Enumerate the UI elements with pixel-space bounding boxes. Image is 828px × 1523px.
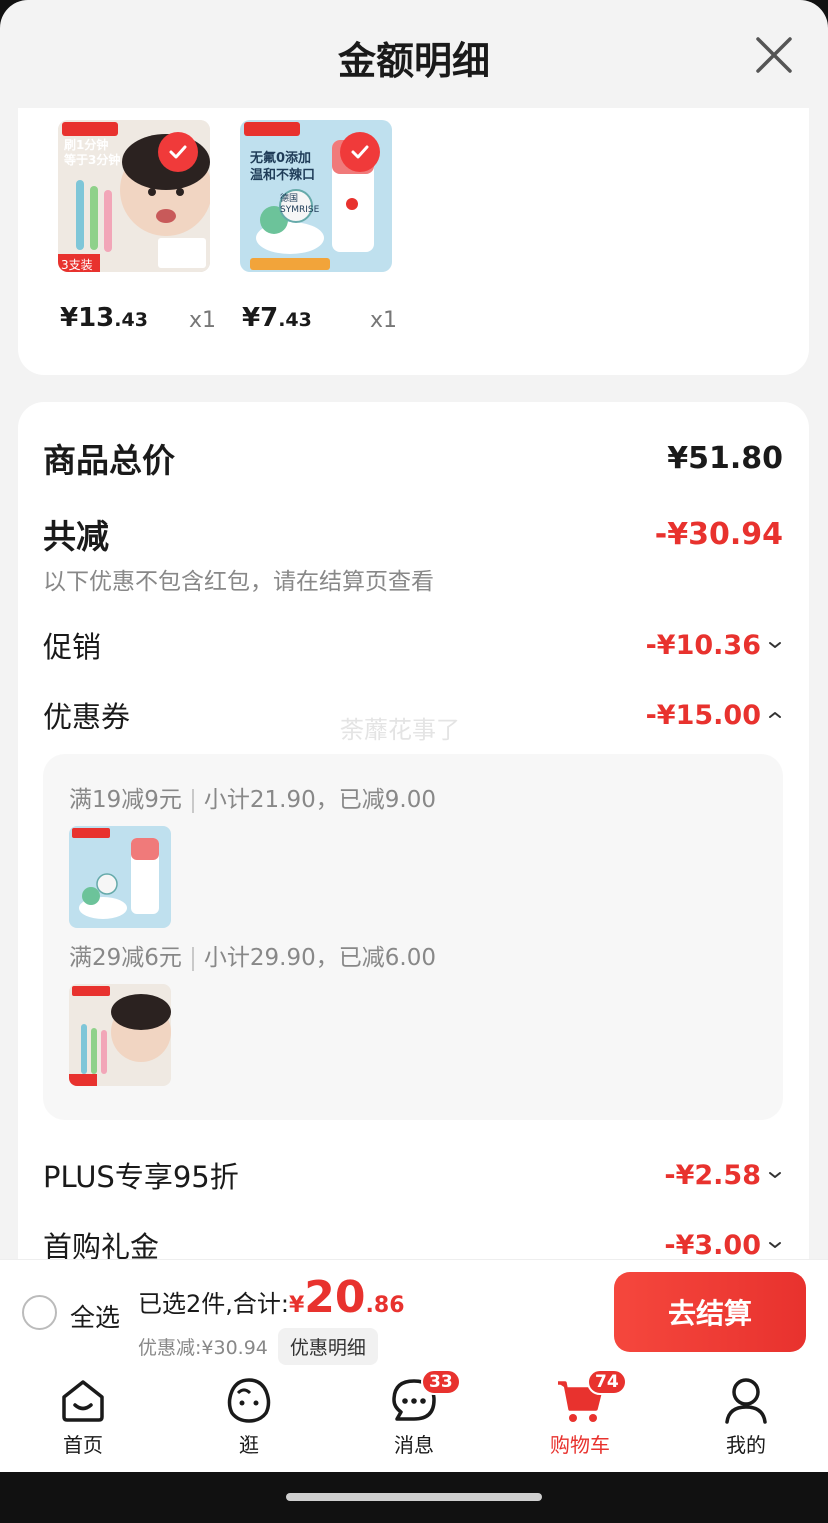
discount-text: 优惠减:¥30.94 (138, 1337, 268, 1359)
chevron-down-icon[interactable] (767, 1167, 783, 1183)
profile-icon (725, 1378, 767, 1424)
tab-message[interactable]: 33 消息 (364, 1369, 464, 1458)
checkout-button[interactable]: 去结算 (614, 1272, 806, 1352)
first-purchase-value: -¥3.00 (664, 1229, 761, 1261)
plus-discount-amount: -¥2.58 (664, 1160, 783, 1191)
goods-price-2-dec: .43 (278, 309, 312, 331)
total-price-label: 商品总价 (43, 441, 175, 480)
total-amount-int: 20 (304, 1272, 366, 1323)
checkout-bar: 全选 已选2件,合计: ¥ 20 .86 优惠减:¥30.94 优惠明细 去结算 (0, 1259, 828, 1365)
cart-badge: 74 (587, 1369, 627, 1395)
checked-icon[interactable] (158, 132, 198, 172)
chevron-down-icon[interactable] (767, 637, 783, 653)
goods-price-2-int: ¥7 (242, 303, 279, 333)
discount-detail-button[interactable]: 优惠明细 (277, 1328, 378, 1365)
browse-icon (227, 1378, 271, 1423)
amount-detail-sheet: 金额明细 刷1分钟 等于3分钟 3支装 ¥13.43 x1 无氟0添加 温和不辣… (0, 0, 828, 1472)
tab-browse[interactable]: 逛 (199, 1375, 299, 1458)
goods-image-2[interactable]: 无氟0添加 温和不辣口 德国 SYMRISE (240, 120, 392, 272)
goods-image-1-line-2: 等于3分钟 (64, 153, 121, 167)
selected-count-text: 已选2件,合计: (138, 1290, 289, 1318)
chevron-down-icon[interactable] (767, 1237, 783, 1253)
toothbrush-thumb-image (69, 984, 171, 1086)
select-all-radio[interactable] (22, 1295, 57, 1330)
sheet-header: 金额明细 (0, 0, 828, 105)
toothpaste-thumb-image (69, 826, 171, 928)
coupon-line-2: 满29减6元 小计29.90，已减6.00 (69, 938, 436, 972)
goods-price-2: ¥7.43 (242, 303, 312, 333)
total-reduce-value: -¥30.94 (654, 516, 783, 552)
coupon-line-1: 满19减9元 小计21.90，已减9.00 (69, 780, 436, 814)
goods-qty-1: x1 (189, 308, 217, 333)
bottom-tab-bar: 首页 逛 33 消息 74 购物车 我的 (0, 1365, 828, 1472)
total-price-value: ¥51.80 (667, 440, 783, 476)
home-indicator[interactable] (286, 1493, 542, 1501)
coupon-detail-box: 满19减9元 小计21.90，已减9.00 满29减6元 小计29.90，已减6.0… (43, 754, 783, 1120)
coupon-amount: -¥15.00 (646, 700, 783, 731)
total-amount-dec: .86 (365, 1293, 405, 1318)
tab-cart-label: 购物车 (550, 1433, 610, 1457)
coupon-label: 优惠券 (43, 700, 131, 734)
close-icon[interactable] (752, 33, 796, 77)
goods-image-2-tag: 德国 SYMRISE (280, 194, 320, 215)
total-reduce-label: 共减 (43, 517, 109, 556)
total-price-row: 商品总价 ¥51.80 (43, 434, 783, 482)
goods-price-1-int: ¥13 (60, 303, 115, 333)
goods-image-1-text: 刷1分钟 等于3分钟 (64, 138, 120, 168)
tab-home-label: 首页 (63, 1433, 103, 1457)
promo-amount: -¥10.36 (646, 630, 783, 661)
tab-cart[interactable]: 74 购物车 (530, 1369, 630, 1458)
goods-image-1-tag: 3支装 (61, 258, 93, 272)
goods-image-2-line-1: 无氟0添加 (250, 151, 312, 166)
coupon-2-product-image[interactable] (69, 984, 171, 1086)
plus-discount-value: -¥2.58 (664, 1159, 761, 1191)
first-purchase-amount: -¥3.00 (664, 1230, 783, 1261)
total-reduce-row: 共减 -¥30.94 (43, 510, 783, 558)
goods-image-1-line-1: 刷1分钟 (64, 138, 109, 152)
promo-row[interactable]: 促销 -¥10.36 (43, 624, 783, 666)
selected-goods-card: 刷1分钟 等于3分钟 3支装 ¥13.43 x1 无氟0添加 温和不辣口 德国 … (18, 108, 809, 375)
goods-image-2-line-2: 温和不辣口 (250, 168, 316, 183)
tab-browse-label: 逛 (239, 1433, 259, 1457)
coupon-1-product-image[interactable] (69, 826, 171, 928)
select-all-label[interactable]: 全选 (70, 1298, 120, 1334)
tab-home[interactable]: 首页 (33, 1375, 133, 1458)
tab-profile-label: 我的 (726, 1433, 766, 1457)
home-icon (62, 1380, 104, 1422)
coupon-2-rule: 满29减6元 (69, 945, 182, 971)
coupon-2-info: 小计29.90，已减6.00 (203, 945, 436, 971)
tab-message-label: 消息 (394, 1433, 434, 1457)
selected-summary: 已选2件,合计: ¥ 20 .86 (138, 1272, 405, 1323)
checked-icon[interactable] (340, 132, 380, 172)
reduce-note: 以下优惠不包含红包，请在结算页查看 (43, 569, 434, 595)
coupon-value: -¥15.00 (645, 699, 761, 731)
coupon-1-info: 小计21.90，已减9.00 (203, 787, 436, 813)
goods-price-1-dec: .43 (114, 309, 148, 331)
tab-profile[interactable]: 我的 (696, 1375, 796, 1458)
watermark: 荼蘼花事了 (340, 716, 460, 744)
promo-value: -¥10.36 (645, 629, 761, 661)
goods-qty-2: x1 (370, 308, 398, 333)
total-currency: ¥ (288, 1293, 305, 1318)
goods-image-2-text: 无氟0添加 温和不辣口 (250, 150, 315, 184)
plus-discount-row[interactable]: PLUS专享95折 -¥2.58 (43, 1154, 783, 1196)
sheet-title: 金额明细 (337, 39, 490, 83)
discount-line: 优惠减:¥30.94 优惠明细 (138, 1328, 378, 1365)
goods-price-1: ¥13.43 (60, 303, 148, 333)
message-badge: 33 (421, 1369, 461, 1395)
plus-discount-label: PLUS专享95折 (43, 1160, 239, 1194)
chevron-up-icon[interactable] (767, 707, 783, 723)
promo-label: 促销 (43, 630, 102, 664)
goods-image-1[interactable]: 刷1分钟 等于3分钟 3支装 (58, 120, 210, 272)
coupon-1-rule: 满19减9元 (69, 787, 182, 813)
